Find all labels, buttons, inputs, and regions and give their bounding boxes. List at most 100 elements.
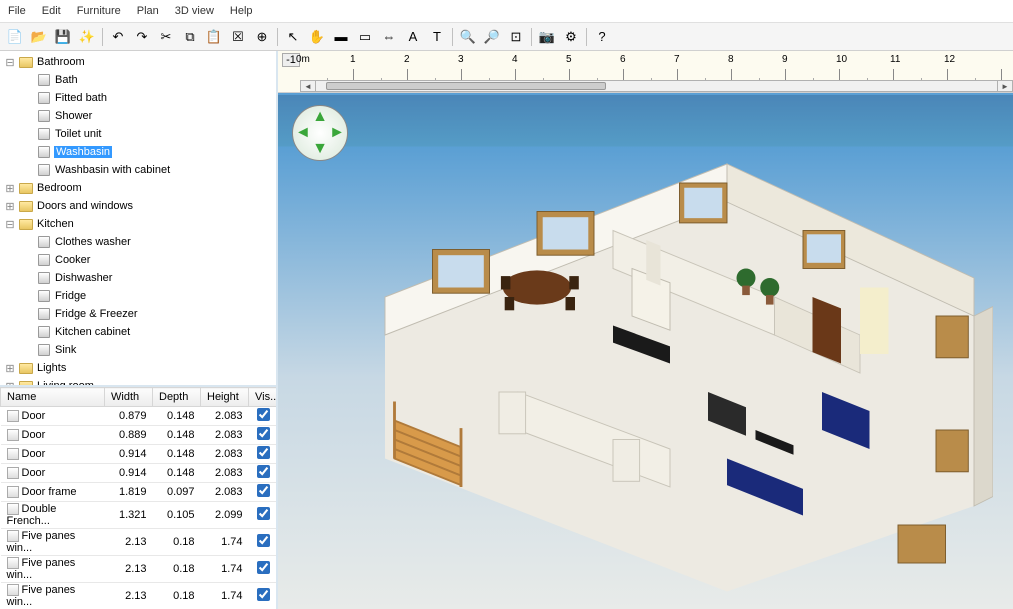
ruler[interactable]: -1 0m123456789101112 ◄ ► xyxy=(278,51,1013,93)
wall-button[interactable]: ▬ xyxy=(330,26,352,48)
tree-node-toilet-unit[interactable]: Toilet unit xyxy=(0,125,276,143)
room-button[interactable]: ▭ xyxy=(354,26,376,48)
visible-checkbox[interactable] xyxy=(257,446,270,459)
redo-button[interactable]: ↷ xyxy=(131,26,153,48)
table-row[interactable]: Door0.9140.1482.083 xyxy=(1,445,277,464)
cut-button[interactable]: ✂ xyxy=(155,26,177,48)
nav-right-icon[interactable]: ► xyxy=(329,124,345,142)
label-button[interactable]: A xyxy=(402,26,424,48)
menu-furniture[interactable]: Furniture xyxy=(69,2,129,20)
help-button[interactable]: ? xyxy=(591,26,613,48)
scroll-right-button[interactable]: ► xyxy=(997,80,1013,92)
tree-toggle-icon[interactable]: ⊞ xyxy=(4,200,16,212)
table-row[interactable]: Five panes win...2.130.181.74 xyxy=(1,529,277,556)
row-d: 0.18 xyxy=(153,583,201,609)
ruler-label: 2 xyxy=(404,54,410,65)
table-row[interactable]: Five panes win...2.130.181.74 xyxy=(1,556,277,583)
col-header-width[interactable]: Width xyxy=(105,388,153,407)
zoom-button[interactable]: ⊡ xyxy=(505,26,527,48)
pointer-button[interactable]: ↖ xyxy=(282,26,304,48)
visible-checkbox[interactable] xyxy=(257,588,270,601)
tree-node-living-room[interactable]: ⊞Living room xyxy=(0,377,276,385)
tree-toggle-icon[interactable]: ⊞ xyxy=(4,182,16,194)
visible-checkbox[interactable] xyxy=(257,561,270,574)
tree-node-fitted-bath[interactable]: Fitted bath xyxy=(0,89,276,107)
tree-node-shower[interactable]: Shower xyxy=(0,107,276,125)
col-header-height[interactable]: Height xyxy=(201,388,249,407)
zoom-plus-button[interactable]: 🔍 xyxy=(457,26,479,48)
tree-node-lights[interactable]: ⊞Lights xyxy=(0,359,276,377)
copy-button[interactable]: ⧉ xyxy=(179,26,201,48)
col-header-vis[interactable]: Vis... xyxy=(249,388,277,407)
undo-button[interactable]: ↶ xyxy=(107,26,129,48)
tree-toggle-icon[interactable]: ⊟ xyxy=(4,218,16,230)
tree-node-fridge[interactable]: Fridge xyxy=(0,287,276,305)
col-header-name[interactable]: Name xyxy=(1,388,105,407)
table-row[interactable]: Double French...1.3210.1052.099 xyxy=(1,502,277,529)
open-button[interactable]: 📂 xyxy=(28,26,50,48)
tree-node-kitchen-cabinet[interactable]: Kitchen cabinet xyxy=(0,323,276,341)
table-row[interactable]: Door0.8790.1482.083 xyxy=(1,407,277,426)
row-w: 1.819 xyxy=(105,483,153,502)
delete-button[interactable]: ☒ xyxy=(227,26,249,48)
tree-toggle-icon xyxy=(22,290,34,302)
visible-checkbox[interactable] xyxy=(257,427,270,440)
tree-node-bath[interactable]: Bath xyxy=(0,71,276,89)
tree-node-doors-and-windows[interactable]: ⊞Doors and windows xyxy=(0,197,276,215)
row-h: 2.083 xyxy=(201,407,249,426)
nav-left-icon[interactable]: ◄ xyxy=(295,124,311,142)
row-name: Door xyxy=(22,448,46,460)
hand-button[interactable]: ✋ xyxy=(306,26,328,48)
paste-button[interactable]: 📋 xyxy=(203,26,225,48)
tree-node-kitchen[interactable]: ⊟Kitchen xyxy=(0,215,276,233)
tree-node-fridge-freezer[interactable]: Fridge & Freezer xyxy=(0,305,276,323)
text-button[interactable]: T xyxy=(426,26,448,48)
visible-checkbox[interactable] xyxy=(257,408,270,421)
tree-node-sink[interactable]: Sink xyxy=(0,341,276,359)
visible-checkbox[interactable] xyxy=(257,484,270,497)
menu-file[interactable]: File xyxy=(0,2,34,20)
furniture-table[interactable]: NameWidthDepthHeightVis... Door0.8790.14… xyxy=(0,387,276,609)
camera-button[interactable]: 📷 xyxy=(536,26,558,48)
preferences-button[interactable]: ⚙ xyxy=(560,26,582,48)
add-furniture-button[interactable]: ⊕ xyxy=(251,26,273,48)
tree-node-washbasin[interactable]: Washbasin xyxy=(0,143,276,161)
furniture-catalog-tree[interactable]: ⊟BathroomBathFitted bathShowerToilet uni… xyxy=(0,51,276,385)
tree-node-bathroom[interactable]: ⊟Bathroom xyxy=(0,53,276,71)
tree-node-cooker[interactable]: Cooker xyxy=(0,251,276,269)
save-button[interactable]: 💾 xyxy=(52,26,74,48)
menu-help[interactable]: Help xyxy=(222,2,261,20)
tree-node-dishwasher[interactable]: Dishwasher xyxy=(0,269,276,287)
nav-down-icon[interactable]: ▼ xyxy=(312,140,328,158)
furniture-row-icon xyxy=(7,467,19,479)
open-icon: 📂 xyxy=(31,29,47,45)
table-row[interactable]: Door0.8890.1482.083 xyxy=(1,426,277,445)
table-row[interactable]: Door frame1.8190.0972.083 xyxy=(1,483,277,502)
tree-node-washbasin-with-cabinet[interactable]: Washbasin with cabinet xyxy=(0,161,276,179)
tree-toggle-icon[interactable]: ⊞ xyxy=(4,362,16,374)
menu-edit[interactable]: Edit xyxy=(34,2,69,20)
ruler-label: 0m xyxy=(296,54,310,65)
visible-checkbox[interactable] xyxy=(257,465,270,478)
visible-checkbox[interactable] xyxy=(257,534,270,547)
dimension-button[interactable]: ⇔ xyxy=(378,26,400,48)
scroll-left-button[interactable]: ◄ xyxy=(300,80,316,92)
tree-node-clothes-washer[interactable]: Clothes washer xyxy=(0,233,276,251)
menu-3d-view[interactable]: 3D view xyxy=(167,2,222,20)
tree-toggle-icon[interactable]: ⊟ xyxy=(4,56,16,68)
table-row[interactable]: Five panes win...2.130.181.74 xyxy=(1,583,277,609)
zoom-minus-button[interactable]: 🔎 xyxy=(481,26,503,48)
new-button[interactable]: 📄 xyxy=(4,26,26,48)
wand-button[interactable]: ✨ xyxy=(76,26,98,48)
scroll-track[interactable] xyxy=(316,80,997,92)
scroll-thumb[interactable] xyxy=(326,82,606,90)
tree-toggle-icon xyxy=(22,146,34,158)
visible-checkbox[interactable] xyxy=(257,507,270,520)
tree-node-bedroom[interactable]: ⊞Bedroom xyxy=(0,179,276,197)
table-row[interactable]: Door0.9140.1482.083 xyxy=(1,464,277,483)
view-3d[interactable]: ▲ ▼ ◄ ► xyxy=(278,93,1013,609)
col-header-depth[interactable]: Depth xyxy=(153,388,201,407)
menu-plan[interactable]: Plan xyxy=(129,2,167,20)
horizontal-scrollbar[interactable]: ◄ ► xyxy=(300,80,1013,92)
nav-up-icon[interactable]: ▲ xyxy=(312,108,328,126)
